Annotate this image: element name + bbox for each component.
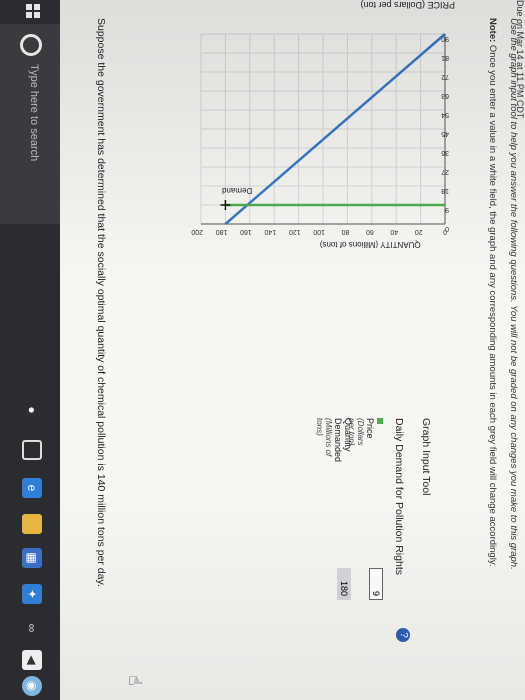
x-axis-label: QUANTITY (Millions of tons) — [320, 240, 421, 249]
price-input[interactable]: 9 — [369, 568, 383, 600]
plot-area: 9081726354453627189002040608010012014016… — [191, 33, 449, 249]
note-label: Note: — [487, 18, 498, 43]
x-tick-label: 80 — [342, 228, 350, 235]
price-swatch-icon — [377, 418, 383, 424]
quantity-unit: (Millions of tons) — [315, 418, 333, 457]
x-tick-label: 160 — [240, 228, 252, 235]
demanded-label: Demanded — [333, 418, 343, 463]
x-tick-label: 20 — [415, 228, 423, 235]
task-view-icon[interactable] — [22, 440, 42, 460]
browser-page: Due on Mar 14 at 11 PM CDT Use the graph… — [60, 0, 525, 700]
x-tick-label: 140 — [264, 228, 276, 235]
note-text: Note: Once you enter a value in a white … — [487, 18, 498, 567]
file-explorer-icon[interactable] — [22, 514, 42, 534]
cortana-icon — [20, 34, 42, 56]
note-body: Once you enter a value in a white field,… — [487, 44, 498, 567]
tool-subtitle: Daily Demand for Pollution Rights — [393, 418, 405, 575]
x-tick-label: 120 — [289, 228, 301, 235]
chrome-icon[interactable]: ◉ — [22, 676, 42, 696]
search-placeholder: Type here to search — [28, 64, 40, 162]
taskbar: Type here to search ● e ▦ ✦ ∞ ◀ ◉ — [0, 0, 60, 700]
y-axis-label: PRICE (Dollars per ton) — [360, 0, 455, 10]
windows-start-icon[interactable] — [26, 4, 40, 18]
dropbox-icon[interactable]: ✦ — [22, 584, 42, 604]
x-tick-label: 60 — [366, 228, 374, 235]
quantity-demanded-field: 180 — [337, 568, 351, 600]
price-label: Price — [365, 418, 375, 439]
x-tick-label: 100 — [313, 228, 325, 235]
arrow-icon[interactable]: ◀ — [22, 650, 42, 670]
store-icon[interactable]: ▦ — [22, 548, 42, 568]
quantity-label: Quantity — [343, 418, 353, 452]
taskbar-search[interactable]: Type here to search — [0, 24, 60, 224]
hand-cursor-icon: ☝ — [125, 675, 145, 686]
screen: Due on Mar 14 at 11 PM CDT Use the graph… — [0, 0, 525, 700]
demand-label: Demand — [222, 186, 252, 195]
instructions-text: Use the graph input tool to help you ans… — [508, 18, 519, 570]
help-icon[interactable]: ? — [396, 628, 410, 642]
graph-input-tool-title: Graph Input Tool — [420, 418, 432, 496]
question-text: Suppose the government has determined th… — [95, 18, 107, 587]
link-icon[interactable]: ∞ — [22, 618, 42, 638]
x-tick-label: 180 — [216, 228, 228, 235]
y-tick-label: 9 — [445, 206, 449, 213]
graph[interactable]: PRICE (Dollars per ton) 9081726354453627… — [165, 0, 465, 314]
x-tick-label: 0 — [443, 228, 447, 235]
x-tick-label: 40 — [390, 228, 398, 235]
edge-browser-icon[interactable]: e — [22, 478, 42, 498]
x-tick-label: 200 — [191, 228, 203, 235]
microphone-icon[interactable]: ● — [22, 400, 42, 420]
